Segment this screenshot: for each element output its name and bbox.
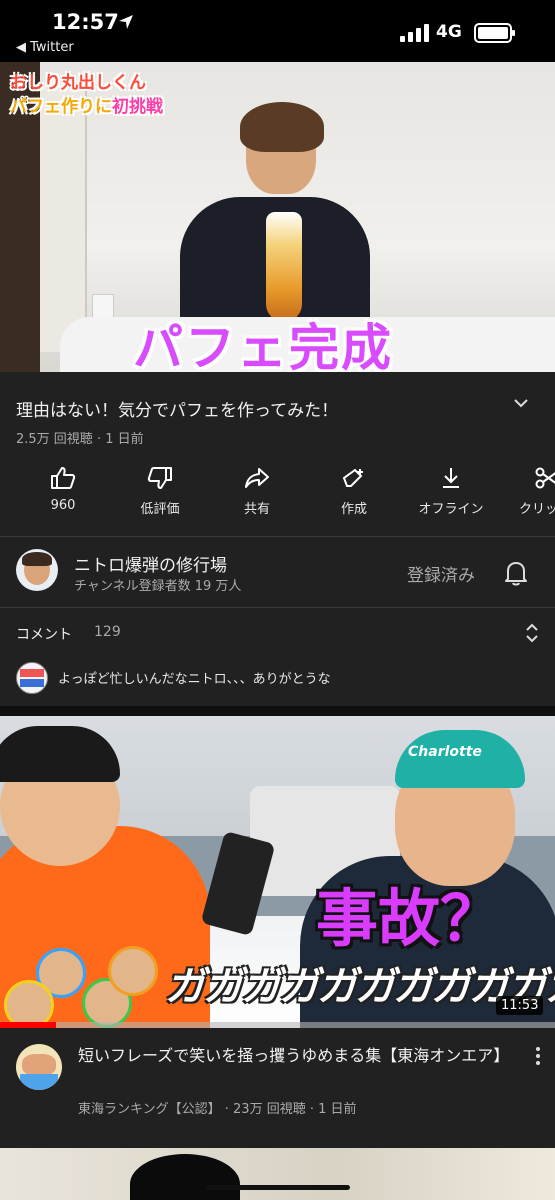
download-icon — [443, 468, 459, 488]
dislike-button[interactable]: 低評価 — [115, 462, 205, 522]
network-type: 4G — [436, 22, 462, 42]
video-caption-second: パフェ作りに初挑戦 — [10, 97, 163, 117]
clip-icon — [535, 467, 555, 489]
comments-count: 129 — [94, 624, 121, 640]
location-icon — [119, 15, 133, 29]
next-video-meta: 東海ランキング【公認】 · 23万 回視聴 · 1 日前 — [78, 1102, 357, 1117]
subscribed-button[interactable]: 登録済み — [407, 561, 475, 586]
clock: 12:57 — [52, 10, 119, 34]
third-video-thumbnail[interactable] — [0, 1148, 555, 1200]
next-video-title[interactable]: 短いフレーズで笑いを掻っ攫うゆめまる集【東海オンエア】 — [78, 1044, 518, 1067]
battery-icon — [474, 23, 515, 43]
channel-name[interactable]: ニトロ爆弾の修行場 — [74, 551, 227, 576]
parfait-image — [266, 212, 302, 322]
back-to-twitter-link[interactable]: ◀ Twitter — [16, 40, 74, 55]
home-indicator — [206, 1185, 350, 1190]
video-duration: 11:53 — [496, 996, 544, 1015]
next-channel-avatar[interactable] — [16, 1044, 62, 1090]
thumbnail-overlay-text: 事故？ — [316, 882, 503, 955]
expand-icon[interactable] — [524, 622, 540, 644]
thumbs-up-icon — [51, 467, 76, 489]
offline-download-button[interactable]: オフライン — [406, 462, 496, 522]
remix-icon — [342, 468, 363, 487]
video-player[interactable]: おしり丸出しくん パフェ作りに初挑戦 パフェ完成 — [0, 62, 555, 372]
next-video-thumbnail[interactable]: Charlotte 事故？ ガガガガガガガガガガガ 11:53 — [0, 716, 555, 1028]
channel-row[interactable]: ニトロ爆弾の修行場 チャンネル登録者数 19 万人 登録済み — [0, 537, 555, 607]
video-caption-top: おしり丸出しくん — [10, 73, 146, 93]
thumbs-down-icon — [147, 467, 172, 489]
signal-icon — [400, 24, 430, 42]
chevron-down-icon[interactable] — [514, 398, 528, 408]
share-icon — [245, 468, 269, 488]
video-info-panel: 理由はない！気分でパフェを作ってみた！ 2.5万 回視聴 · 1 日前 960 … — [0, 372, 555, 536]
status-bar: 12:57 ◀ Twitter 4G — [0, 0, 555, 62]
subscriber-count: チャンネル登録者数 19 万人 — [74, 579, 242, 594]
channel-avatar[interactable] — [16, 549, 58, 591]
hat-logo-text: Charlotte — [408, 744, 482, 760]
bell-icon[interactable] — [503, 559, 529, 587]
comments-label: コメント — [16, 627, 72, 643]
video-title[interactable]: 理由はない！気分でパフェを作ってみた！ — [16, 396, 338, 421]
share-button[interactable]: 共有 — [212, 462, 302, 522]
member-face-3 — [108, 946, 158, 996]
view-count: 2.5万 回視聴 · 1 日前 — [16, 432, 144, 447]
video-overlay-text: パフェ完成 — [133, 319, 393, 372]
create-button[interactable]: 作成 — [309, 462, 399, 522]
comments-section[interactable]: コメント 129 よっぽど忙しいんだなニトロ、、、ありがとうな — [0, 608, 555, 706]
action-bar: 960 低評価 共有 作成 オフライン クリップ — [0, 462, 555, 522]
member-face-4 — [4, 980, 54, 1028]
clip-button[interactable]: クリップ — [503, 462, 555, 522]
more-options-icon[interactable] — [534, 1046, 542, 1066]
next-video-info[interactable]: 短いフレーズで笑いを掻っ攫うゆめまる集【東海オンエア】 東海ランキング【公認】 … — [0, 1028, 555, 1148]
top-comment-text: よっぽど忙しいんだなニトロ、、、ありがとうな — [58, 672, 331, 687]
commenter-avatar — [16, 662, 48, 694]
like-button[interactable]: 960 — [18, 462, 108, 522]
